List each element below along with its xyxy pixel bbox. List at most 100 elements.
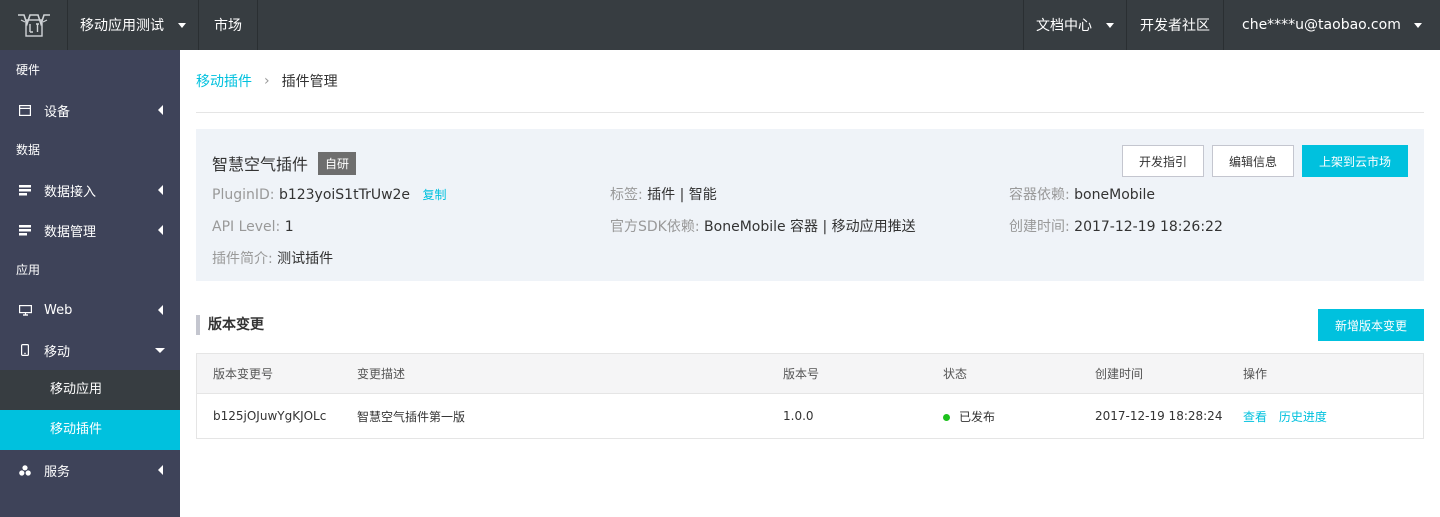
plugin-name: 智慧空气插件: [212, 155, 309, 174]
intro-label: 插件简介:: [212, 251, 273, 267]
database-icon: [18, 183, 32, 197]
mobile-phone-icon: [18, 343, 32, 357]
chevron-left-icon: [158, 225, 163, 235]
brand-logo[interactable]: [0, 0, 68, 50]
plugin-id-label: PluginID:: [212, 187, 275, 203]
chevron-down-icon: [1106, 22, 1114, 28]
app-selector-label: 移动应用测试: [80, 18, 164, 34]
database-icon: [18, 223, 32, 237]
main-content: 移动插件 › 插件管理 智慧空气插件 自研 开发指引 编辑信息 上架到云市场 P…: [196, 50, 1424, 439]
sidebar-item-device[interactable]: 设备: [0, 90, 180, 130]
column-header-status: 状态: [943, 367, 968, 381]
column-header-ops: 操作: [1243, 367, 1268, 381]
versions-section-title: 版本变更: [196, 315, 264, 335]
container-label: 容器依赖:: [1009, 187, 1070, 203]
sidebar-item-label: 服务: [44, 464, 71, 480]
column-header-version: 版本号: [783, 367, 820, 381]
column-header-change-id: 版本变更号: [213, 367, 274, 381]
breadcrumb-current: 插件管理: [281, 74, 338, 90]
sidebar-subitem-mobile-app[interactable]: 移动应用: [0, 370, 180, 410]
chevron-left-icon: [158, 185, 163, 195]
user-account-dropdown[interactable]: che****u@taobao.com: [1224, 0, 1440, 50]
app-selector-dropdown[interactable]: 移动应用测试: [68, 0, 199, 50]
plugin-info-grid: PluginID: b123yoiS1tTrUw2e 复制 标签: 插件 | 智…: [212, 179, 1408, 275]
nav-docs-label: 文档中心: [1036, 18, 1092, 34]
tags-label: 标签:: [610, 187, 643, 203]
sdk-field: 官方SDK依赖: BoneMobile 容器 | 移动应用推送: [610, 211, 916, 243]
column-header-created: 创建时间: [1095, 367, 1144, 381]
sidebar-item-data-access[interactable]: 数据接入: [0, 170, 180, 210]
sidebar-item-label: 移动: [44, 344, 71, 360]
plugin-info-panel: 智慧空气插件 自研 开发指引 编辑信息 上架到云市场 PluginID: b12…: [196, 129, 1424, 281]
sidebar-item-label: 设备: [44, 104, 71, 120]
tags-value: 插件 | 智能: [647, 187, 717, 203]
sidebar-item-web[interactable]: Web: [0, 290, 180, 330]
chevron-down-icon: [155, 348, 165, 353]
table-row: b125jOJuwYgKJOLc 智慧空气插件第一版 1.0.0 已发布 201…: [197, 394, 1423, 438]
intro-value: 测试插件: [277, 251, 334, 267]
nav-community[interactable]: 开发者社区: [1127, 0, 1224, 50]
sidebar-item-label: 数据管理: [44, 224, 97, 240]
status-dot-icon: [943, 413, 950, 421]
table-header: 版本变更号 变更描述 版本号 状态 创建时间 操作: [197, 354, 1423, 394]
cubes-icon: [18, 463, 32, 477]
column-header-description: 变更描述: [357, 367, 406, 381]
info-row: 插件简介: 测试插件: [212, 243, 1408, 275]
chevron-right-icon: ›: [264, 73, 270, 89]
sidebar-subitem-mobile-plugin[interactable]: 移动插件: [0, 410, 180, 450]
sidebar-item-label: Web: [44, 302, 73, 318]
window-icon: [18, 103, 32, 117]
plugin-badge: 自研: [318, 151, 357, 175]
created-label: 创建时间:: [1009, 219, 1070, 235]
intro-field: 插件简介: 测试插件: [212, 243, 333, 275]
tags-field: 标签: 插件 | 智能: [610, 179, 717, 211]
info-row: API Level: 1 官方SDK依赖: BoneMobile 容器 | 移动…: [212, 211, 1408, 243]
top-navigation-bar: 移动应用测试 市场 文档中心 开发者社区 che****u@taobao.com: [0, 0, 1440, 50]
sidebar-group-app: 应用: [16, 263, 41, 277]
nav-market[interactable]: 市场: [199, 0, 258, 50]
container-field: 容器依赖: boneMobile: [1009, 179, 1155, 211]
plugin-actions: 开发指引 编辑信息 上架到云市场: [1121, 145, 1408, 177]
sidebar-footer: [0, 490, 180, 517]
dev-guide-button[interactable]: 开发指引: [1121, 145, 1204, 177]
cell-change-id: b125jOJuwYgKJOLc: [213, 409, 327, 423]
sidebar-item-mobile[interactable]: 移动: [0, 330, 180, 370]
breadcrumb-link-mobile-plugin[interactable]: 移动插件: [196, 71, 252, 91]
user-email: che****u@taobao.com: [1242, 17, 1401, 33]
breadcrumb: 移动插件 › 插件管理: [196, 50, 1424, 113]
nav-docs-dropdown[interactable]: 文档中心: [1023, 0, 1127, 50]
sidebar-submenu-mobile: 移动应用 移动插件: [0, 370, 180, 450]
sidebar-group-hardware: 硬件: [16, 63, 41, 77]
versions-table: 版本变更号 变更描述 版本号 状态 创建时间 操作 b125jOJuwYgKJO…: [196, 353, 1424, 439]
created-value: 2017-12-19 18:26:22: [1074, 219, 1223, 235]
chevron-left-icon: [158, 105, 163, 115]
nav-community-label: 开发者社区: [1140, 18, 1210, 34]
sdk-value: BoneMobile 容器 | 移动应用推送: [704, 219, 916, 235]
edit-info-button[interactable]: 编辑信息: [1211, 145, 1294, 177]
cell-status: 已发布: [943, 408, 1095, 425]
cell-created: 2017-12-19 18:28:24: [1095, 409, 1223, 423]
history-link[interactable]: 历史进度: [1279, 410, 1327, 424]
info-row: PluginID: b123yoiS1tTrUw2e 复制 标签: 插件 | 智…: [212, 179, 1408, 211]
copy-plugin-id-link[interactable]: 复制: [423, 188, 447, 202]
sdk-label: 官方SDK依赖:: [610, 219, 700, 235]
status-text: 已发布: [959, 409, 996, 424]
publish-market-button[interactable]: 上架到云市场: [1301, 145, 1408, 177]
sidebar-item-service[interactable]: 服务: [0, 450, 180, 490]
add-version-button[interactable]: 新增版本变更: [1317, 309, 1424, 341]
sidebar-group-data: 数据: [16, 143, 41, 157]
chevron-down-icon: [178, 22, 186, 28]
cell-description: 智慧空气插件第一版: [357, 409, 466, 424]
nav-market-label: 市场: [214, 18, 242, 34]
brand-logo-icon: [17, 14, 50, 37]
chevron-left-icon: [158, 465, 163, 475]
sidebar-item-data-manage[interactable]: 数据管理: [0, 210, 180, 250]
api-level-label: API Level:: [212, 219, 281, 235]
view-link[interactable]: 查看: [1243, 410, 1267, 424]
sidebar-item-label: 数据接入: [44, 184, 97, 200]
plugin-id-value: b123yoiS1tTrUw2e: [278, 187, 411, 203]
sidebar: 硬件 设备 数据 数据接入 数据管理 应用 Web 移动 移动应用 移动插件 服…: [0, 50, 180, 517]
cell-version: 1.0.0: [783, 409, 814, 423]
created-field: 创建时间: 2017-12-19 18:26:22: [1009, 211, 1223, 243]
api-level-value: 1: [284, 219, 294, 235]
